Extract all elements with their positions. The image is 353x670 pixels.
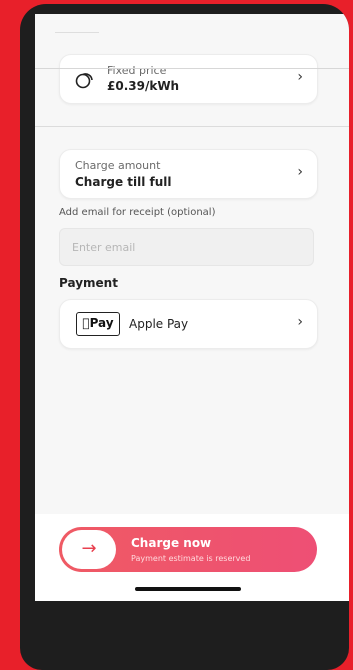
payment-method-name: Apple Pay <box>129 317 189 331</box>
phone-frame: Fixed price £0.39/kWh › Charge amount Ch… <box>20 4 349 670</box>
chevron-right-icon: › <box>297 69 303 85</box>
fixed-price-card[interactable]: Fixed price £0.39/kWh › <box>59 54 318 104</box>
charge-now-title: Charge now <box>131 536 212 550</box>
chevron-right-icon: › <box>297 164 303 180</box>
email-label: Add email for receipt (optional) <box>59 207 216 218</box>
charge-now-button[interactable]: → Charge now Payment estimate is reserve… <box>59 527 317 572</box>
charge-amount-label: Charge amount <box>75 159 161 172</box>
apple-pay-card[interactable]: Pay Apple Pay › <box>59 299 318 349</box>
app-screen: Fixed price £0.39/kWh › Charge amount Ch… <box>35 14 349 601</box>
section-divider <box>35 126 349 127</box>
charge-amount-value: Charge till full <box>75 175 172 189</box>
arrow-right-icon: → <box>62 530 116 569</box>
top-divider <box>55 32 99 33</box>
chevron-right-icon: › <box>297 314 303 330</box>
price-tag-icon <box>75 73 93 89</box>
payment-title: Payment <box>59 276 118 290</box>
apple-pay-logo: Pay <box>76 312 120 336</box>
fixed-price-label: Fixed price <box>107 64 167 77</box>
home-indicator <box>135 587 241 591</box>
header-divider <box>35 68 349 69</box>
charge-amount-card[interactable]: Charge amount Charge till full › <box>59 149 318 199</box>
charge-now-subtitle: Payment estimate is reserved <box>131 554 251 563</box>
email-input[interactable] <box>59 228 314 266</box>
fixed-price-value: £0.39/kWh <box>107 79 180 93</box>
